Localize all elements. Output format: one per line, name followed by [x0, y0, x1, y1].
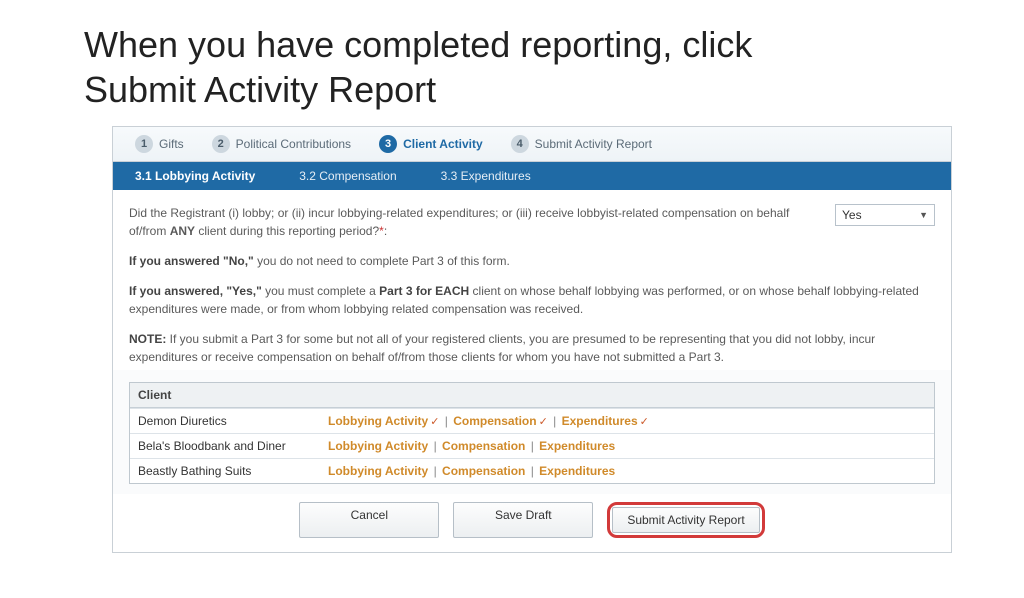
step-political-contributions[interactable]: 2 Political Contributions [202, 133, 361, 155]
client-links: Lobbying Activity | Compensation | Expen… [328, 464, 926, 478]
step-client-activity[interactable]: 3 Client Activity [369, 133, 493, 155]
link-compensation[interactable]: Compensation [442, 464, 525, 478]
step-submit-activity-report[interactable]: 4 Submit Activity Report [501, 133, 662, 155]
app-frame: 1 Gifts 2 Political Contributions 3 Clie… [112, 126, 952, 553]
table-row: Beastly Bathing Suits Lobbying Activity … [130, 458, 934, 483]
client-links: Lobbying Activity✓ | Compensation✓ | Exp… [328, 414, 926, 428]
question-post: client during this reporting period? [195, 224, 379, 238]
chevron-down-icon: ▼ [919, 210, 928, 220]
dropdown-value: Yes [842, 208, 862, 222]
question-row: Did the Registrant (i) lobby; or (ii) in… [129, 204, 935, 240]
client-links: Lobbying Activity | Compensation | Expen… [328, 439, 926, 453]
para-yes-lead: If you answered, "Yes," [129, 284, 262, 298]
link-lobbying-activity[interactable]: Lobbying Activity [328, 439, 428, 453]
save-draft-button[interactable]: Save Draft [453, 502, 593, 538]
link-expenditures[interactable]: Expenditures [562, 414, 638, 428]
check-icon: ✓ [640, 416, 649, 428]
separator: | [527, 439, 537, 453]
separator: | [527, 464, 537, 478]
form-content: Did the Registrant (i) lobby; or (ii) in… [113, 190, 951, 370]
link-expenditures[interactable]: Expenditures [539, 464, 615, 478]
cancel-button[interactable]: Cancel [299, 502, 439, 538]
para-note-rest: If you submit a Part 3 for some but not … [129, 332, 875, 364]
separator: | [441, 414, 451, 428]
step-number: 1 [135, 135, 153, 153]
para-yes-mid: you must complete a [262, 284, 379, 298]
link-expenditures[interactable]: Expenditures [539, 439, 615, 453]
tab-lobbying-activity[interactable]: 3.1 Lobbying Activity [113, 162, 277, 190]
link-compensation[interactable]: Compensation [453, 414, 536, 428]
tab-expenditures[interactable]: 3.3 Expenditures [419, 162, 553, 190]
para-note-lead: NOTE: [129, 332, 166, 346]
highlight-ring: Submit Activity Report [607, 502, 764, 538]
paragraph-note: NOTE: If you submit a Part 3 for some bu… [129, 330, 935, 366]
paragraph-no: If you answered "No," you do not need to… [129, 252, 935, 270]
step-label: Client Activity [403, 137, 483, 151]
para-no-rest: you do not need to complete Part 3 of th… [254, 254, 510, 268]
step-label: Submit Activity Report [535, 137, 652, 151]
step-label: Political Contributions [236, 137, 351, 151]
para-no-lead: If you answered "No," [129, 254, 254, 268]
question-colon: : [384, 224, 387, 238]
question-text: Did the Registrant (i) lobby; or (ii) in… [129, 204, 815, 240]
paragraph-yes: If you answered, "Yes," you must complet… [129, 282, 935, 318]
client-name: Bela's Bloodbank and Diner [138, 439, 328, 453]
separator: | [430, 464, 440, 478]
check-icon: ✓ [430, 416, 439, 428]
link-lobbying-activity[interactable]: Lobbying Activity [328, 464, 428, 478]
step-number: 3 [379, 135, 397, 153]
button-bar: Cancel Save Draft Submit Activity Report [113, 494, 951, 552]
link-lobbying-activity[interactable]: Lobbying Activity [328, 414, 428, 428]
client-name: Demon Diuretics [138, 414, 328, 428]
step-label: Gifts [159, 137, 184, 151]
check-icon: ✓ [539, 416, 548, 428]
step-gifts[interactable]: 1 Gifts [125, 133, 194, 155]
table-row: Bela's Bloodbank and Diner Lobbying Acti… [130, 433, 934, 458]
separator: | [430, 439, 440, 453]
client-name: Beastly Bathing Suits [138, 464, 328, 478]
link-compensation[interactable]: Compensation [442, 439, 525, 453]
separator: | [550, 414, 560, 428]
slide-title: When you have completed reporting, click… [84, 22, 864, 112]
client-table: Client Demon Diuretics Lobbying Activity… [129, 382, 935, 484]
para-yes-bold: Part 3 for EACH [379, 284, 469, 298]
question-any: ANY [170, 224, 195, 238]
step-number: 4 [511, 135, 529, 153]
client-table-header: Client [130, 383, 934, 408]
table-row: Demon Diuretics Lobbying Activity✓ | Com… [130, 408, 934, 433]
answer-dropdown[interactable]: Yes ▼ [835, 204, 935, 226]
wizard-stepper: 1 Gifts 2 Political Contributions 3 Clie… [113, 127, 951, 162]
sub-tabs: 3.1 Lobbying Activity 3.2 Compensation 3… [113, 162, 951, 190]
tab-compensation[interactable]: 3.2 Compensation [277, 162, 418, 190]
submit-activity-report-button[interactable]: Submit Activity Report [612, 507, 759, 533]
step-number: 2 [212, 135, 230, 153]
